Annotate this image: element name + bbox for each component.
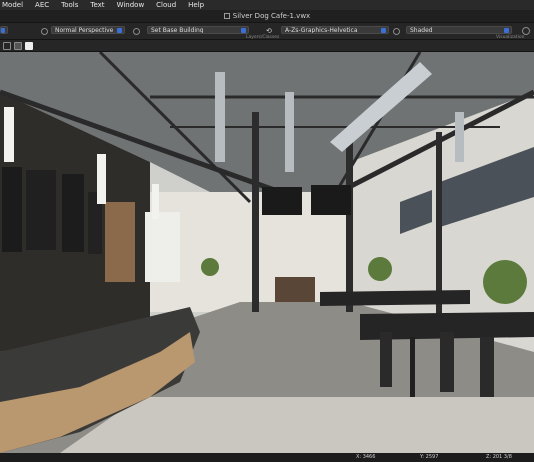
layer-dropdown[interactable]: Set Base Building: [147, 26, 249, 34]
menu-bar: Model AEC Tools Text Window Cloud Help: [0, 0, 534, 10]
window-title: Silver Dog Cafe-1.vwx: [232, 12, 311, 20]
chevron-down-icon: [1, 28, 5, 33]
status-bar: X: 3466 Y: 2597 Z: 201 3/8: [0, 453, 534, 462]
document-icon: [223, 13, 230, 19]
menu-cloud[interactable]: Cloud: [154, 0, 178, 10]
chevron-down-icon: [241, 28, 246, 33]
chevron-down-icon: [381, 28, 386, 33]
menu-window[interactable]: Window: [115, 0, 147, 10]
class-dropdown-stub[interactable]: [0, 26, 8, 34]
settings-icon[interactable]: [522, 27, 530, 35]
render-icon[interactable]: [393, 28, 400, 35]
render-mode-dropdown[interactable]: Shaded: [406, 26, 512, 34]
menu-text[interactable]: Text: [88, 0, 106, 10]
menu-help[interactable]: Help: [186, 0, 206, 10]
render-style-dropdown[interactable]: A-Zs-Graphics-Helvetica: [281, 26, 389, 34]
title-bar: Silver Dog Cafe-1.vwx: [0, 10, 534, 23]
view-dropdown-label: Normal Perspective: [55, 26, 114, 34]
app-window: Model AEC Tools Text Window Cloud Help S…: [0, 0, 534, 462]
view-bar: Normal Perspective Set Base Building Lay…: [0, 23, 534, 40]
selected-tool-icon[interactable]: [14, 42, 22, 50]
flyover-icon[interactable]: ⟲: [266, 28, 276, 35]
menu-model[interactable]: Model: [0, 0, 25, 10]
drawing-viewport[interactable]: [0, 52, 534, 453]
render-style-label: A-Zs-Graphics-Helvetica: [285, 26, 358, 34]
chevron-down-icon: [117, 28, 122, 33]
menu-aec[interactable]: AEC: [33, 0, 51, 10]
save-view-icon[interactable]: [25, 42, 33, 50]
tool-icon[interactable]: [3, 42, 11, 50]
secondary-toolbar: [0, 40, 534, 52]
rendered-cafe-scene: [0, 52, 534, 453]
layer-icon[interactable]: [133, 28, 140, 35]
menu-tools[interactable]: Tools: [59, 0, 80, 10]
y-coordinate-readout: Y: 2597: [420, 454, 439, 460]
render-mode-label: Shaded: [410, 26, 433, 34]
layer-dropdown-label: Set Base Building: [151, 26, 204, 34]
view-icon[interactable]: [41, 28, 48, 35]
view-dropdown[interactable]: Normal Perspective: [51, 26, 125, 34]
chevron-down-icon: [504, 28, 509, 33]
z-coordinate-readout: Z: 201 3/8: [486, 454, 512, 460]
x-coordinate-readout: X: 3466: [356, 454, 376, 460]
